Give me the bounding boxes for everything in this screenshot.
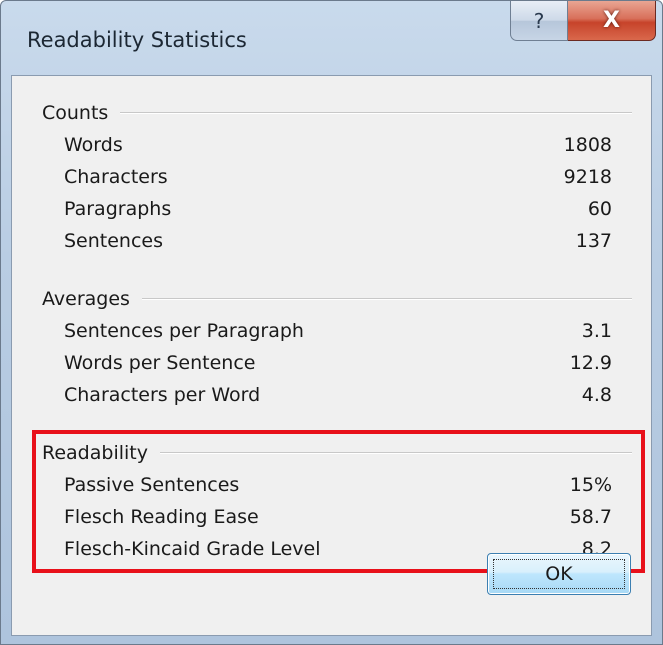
stat-value: 137	[575, 230, 612, 252]
section-divider	[141, 298, 632, 300]
counts-header-label: Counts	[42, 102, 109, 124]
close-button[interactable]: X	[568, 1, 656, 41]
stat-value: 9218	[563, 166, 612, 188]
stat-value: 4.8	[581, 384, 612, 406]
stat-label: Paragraphs	[64, 198, 172, 220]
stat-row-characters: Characters 9218	[64, 166, 612, 198]
dialog-title: Readability Statistics	[27, 28, 247, 52]
stat-label: Words per Sentence	[64, 352, 256, 374]
close-icon: X	[603, 8, 620, 33]
stat-value: 1808	[563, 134, 612, 156]
ok-button-label: OK	[545, 563, 573, 585]
stat-row-words: Words 1808	[64, 134, 612, 166]
stat-label: Characters per Word	[64, 384, 261, 406]
section-divider	[120, 112, 632, 114]
dialog-body: Counts Words 1808 Characters 9218 Paragr…	[11, 75, 652, 636]
counts-section-header: Counts	[42, 102, 632, 124]
averages-header-label: Averages	[42, 288, 130, 310]
caption-buttons: ? X	[510, 1, 656, 45]
stat-row-words-per-sentence: Words per Sentence 12.9	[64, 352, 612, 384]
stat-label: Sentences	[64, 230, 164, 252]
help-icon: ?	[533, 8, 545, 33]
stat-row-sentences-per-paragraph: Sentences per Paragraph 3.1	[64, 320, 612, 352]
averages-section-header: Averages	[42, 288, 632, 310]
stat-label: Sentences per Paragraph	[64, 320, 304, 342]
stat-row-paragraphs: Paragraphs 60	[64, 198, 612, 230]
readability-highlight-box	[32, 430, 645, 573]
stat-label: Words	[64, 134, 123, 156]
stat-value: 12.9	[569, 352, 612, 374]
help-button[interactable]: ?	[510, 1, 568, 41]
ok-button[interactable]: OK	[487, 553, 631, 595]
stat-value: 3.1	[581, 320, 612, 342]
stat-row-characters-per-word: Characters per Word 4.8	[64, 384, 612, 416]
readability-statistics-dialog: Readability Statistics ? X Counts Words …	[0, 0, 663, 645]
stat-row-sentences: Sentences 137	[64, 230, 612, 262]
stat-value: 60	[587, 198, 612, 220]
title-bar[interactable]: Readability Statistics ? X	[1, 1, 662, 75]
stat-label: Characters	[64, 166, 168, 188]
